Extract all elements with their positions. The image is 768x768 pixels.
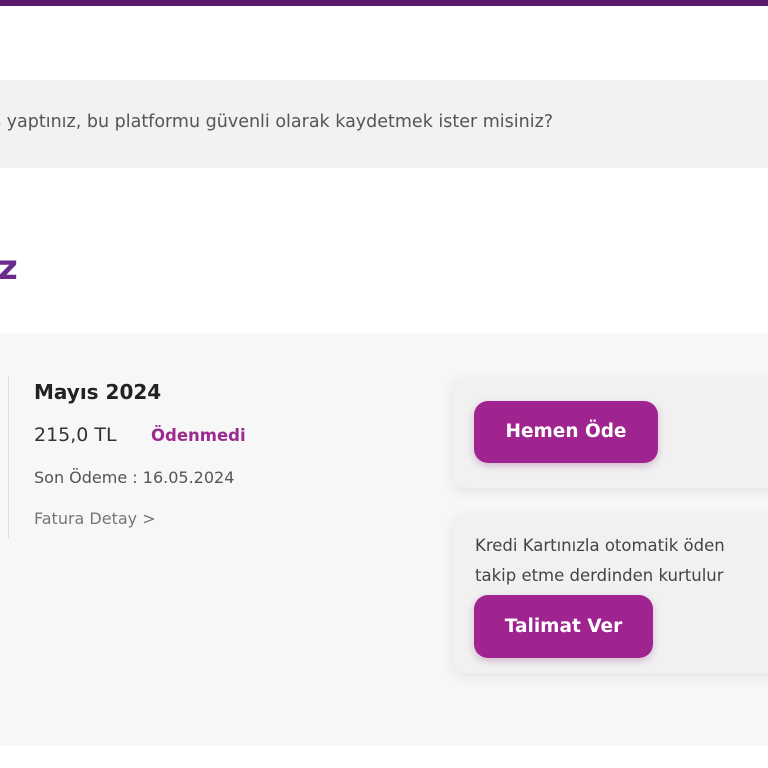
pay-now-button[interactable]: Hemen Öde [474, 401, 658, 463]
auto-payment-description: Kredi Kartınızla otomatik öden takip etm… [475, 531, 725, 591]
auto-payment-text-line-2: takip etme derdinden kurtulur [475, 566, 724, 585]
bill-period-title: Mayıs 2024 [34, 380, 162, 404]
bill-detail-link[interactable]: Fatura Detay > [34, 509, 156, 528]
bill-amount: 215,0 TL [34, 424, 117, 446]
payment-status-badge: Ödenmedi [151, 426, 246, 445]
bill-divider [8, 376, 9, 538]
section-heading: z [0, 248, 18, 288]
due-date: Son Ödeme : 16.05.2024 [34, 468, 235, 487]
page-bottom [0, 746, 768, 768]
give-instruction-button[interactable]: Talimat Ver [474, 595, 653, 658]
auto-payment-text-line-1: Kredi Kartınızla otomatik öden [475, 536, 725, 555]
notice-text: ş yaptınız, bu platformu güvenli olarak … [0, 112, 554, 132]
top-accent-bar [0, 0, 768, 6]
